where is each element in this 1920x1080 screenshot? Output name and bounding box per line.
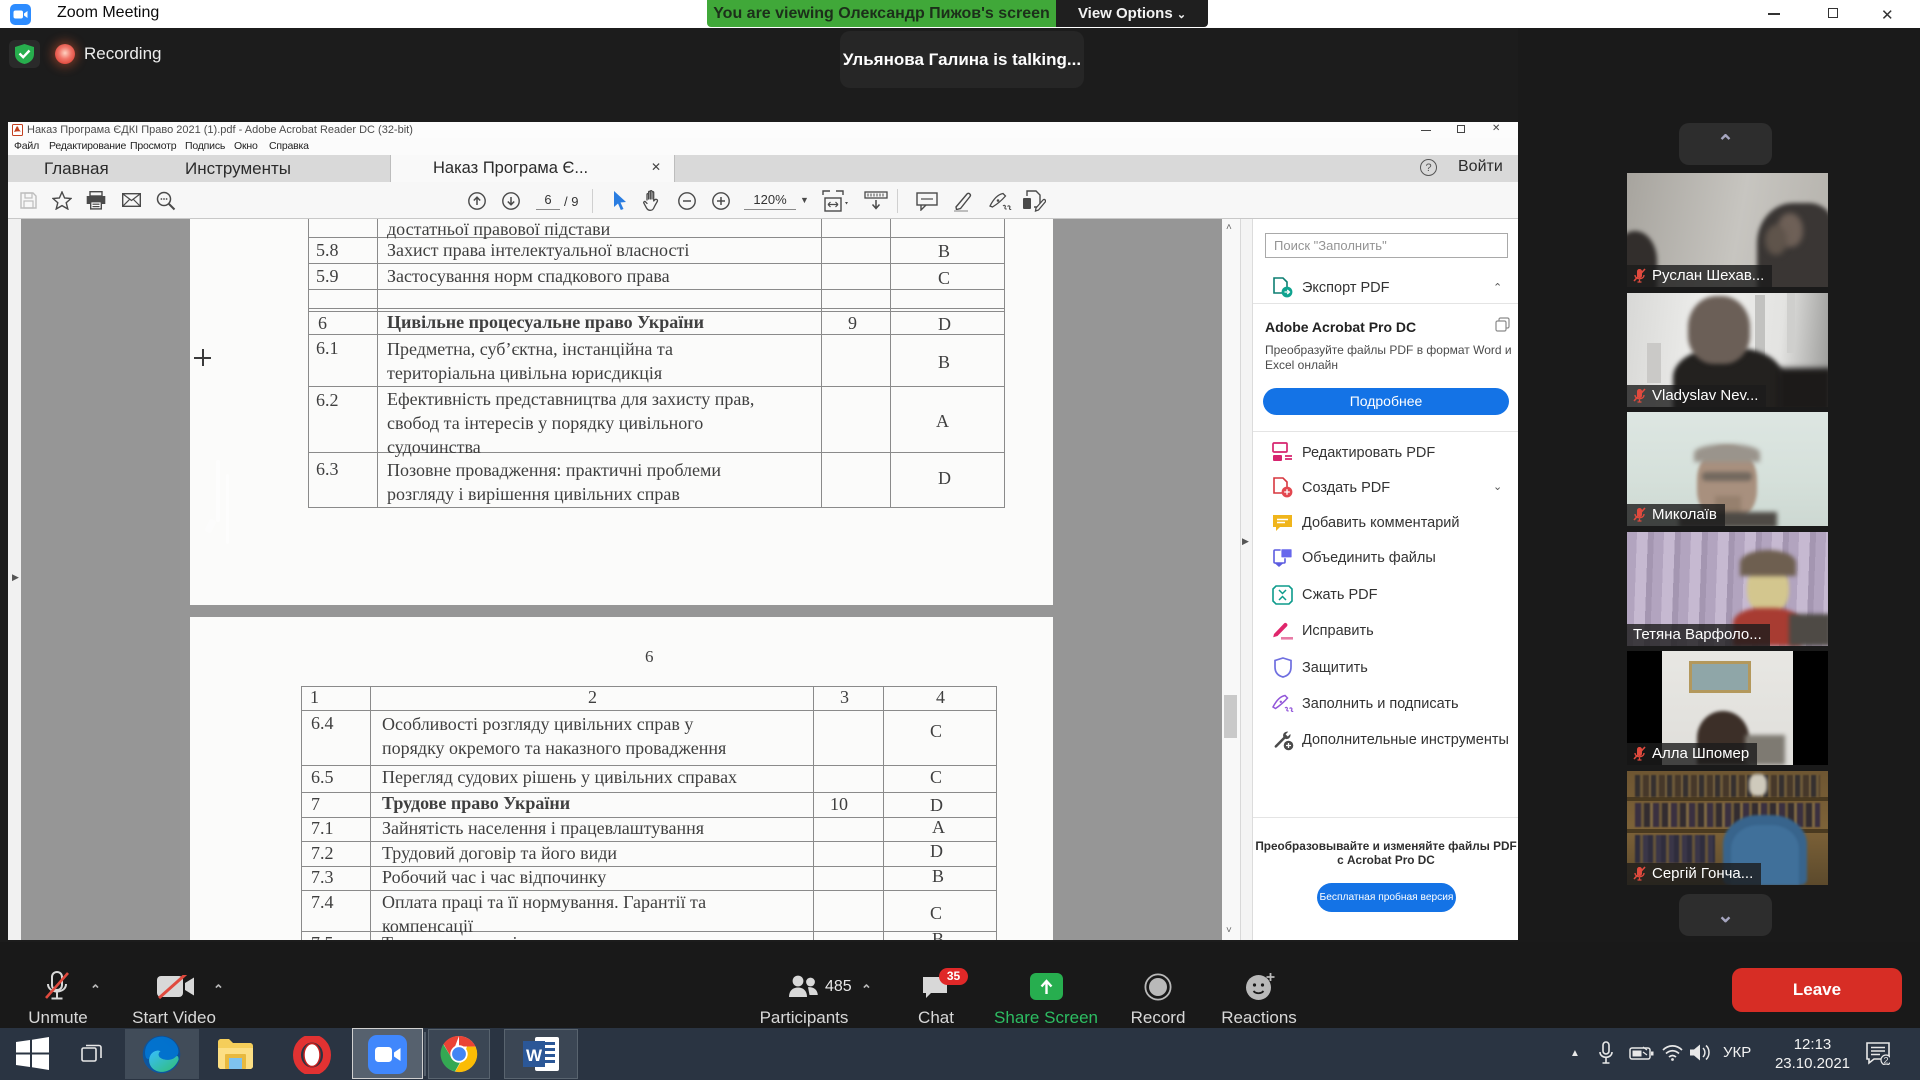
svg-text:W: W: [526, 1046, 543, 1065]
svg-text:2: 2: [1883, 1056, 1888, 1066]
